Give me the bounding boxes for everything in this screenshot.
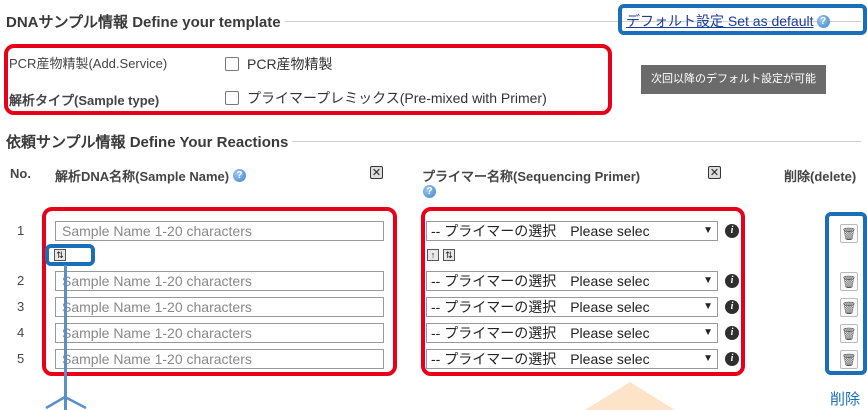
- sample-help-icon[interactable]: ?: [233, 169, 247, 182]
- col-primer-label: プライマー名称(Sequencing Primer): [422, 169, 641, 184]
- clear-primer-column-icon[interactable]: ✕: [708, 166, 721, 179]
- template-section-title: DNAサンプル情報 Define your template: [6, 11, 285, 32]
- row-number: 4: [17, 325, 25, 340]
- orange-arrow-icon: [585, 382, 675, 410]
- primers-highlight: [421, 207, 745, 376]
- copy-button-highlight: [45, 244, 95, 266]
- row-number: 2: [17, 273, 25, 288]
- col-no-header: No.: [10, 166, 31, 181]
- primer-help-icon[interactable]: ?: [423, 185, 436, 198]
- clear-sample-column-icon[interactable]: ✕: [370, 166, 383, 179]
- default-tooltip: 次回以降のデフォルト設定が可能: [641, 65, 826, 94]
- arrow-tip-icon: [45, 396, 87, 410]
- col-delete-label: 削除(delete): [784, 169, 857, 184]
- row-number: 5: [17, 351, 25, 366]
- reactions-section-title: 依頼サンプル情報 Define Your Reactions: [6, 131, 293, 152]
- template-options-highlight: [4, 44, 612, 115]
- row-number: 1: [17, 223, 25, 238]
- sample-names-highlight: [42, 207, 397, 376]
- callout-line: [64, 265, 67, 410]
- set-default-highlight: [618, 4, 867, 35]
- row-number: 3: [17, 299, 25, 314]
- delete-column-highlight: [825, 212, 867, 375]
- delete-caption: 削除: [830, 391, 861, 408]
- col-sample-label: 解析DNA名称(Sample Name): [55, 169, 230, 184]
- col-sample-header: 解析DNA名称(Sample Name) ?: [55, 166, 247, 185]
